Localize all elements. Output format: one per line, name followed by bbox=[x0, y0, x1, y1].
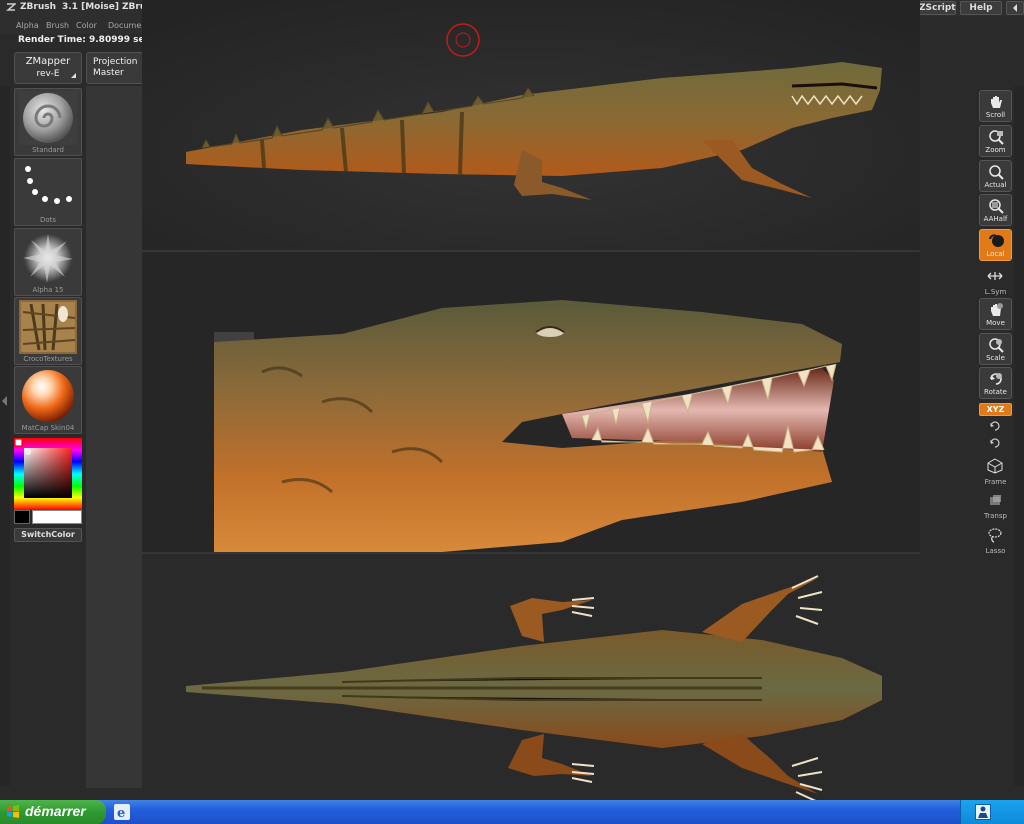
scale-label: Scale bbox=[986, 354, 1005, 362]
projection-label: Projection bbox=[93, 57, 138, 67]
rotate-label: Rotate bbox=[984, 388, 1007, 396]
color-picker[interactable] bbox=[14, 438, 82, 510]
scale-icon bbox=[989, 338, 1004, 353]
local-label: Local bbox=[986, 250, 1005, 258]
windows-flag-icon bbox=[7, 805, 19, 818]
rotate-z-icon[interactable] bbox=[988, 437, 1002, 449]
menu-color[interactable]: Color bbox=[76, 21, 97, 30]
brush-slot-label: Standard bbox=[32, 146, 64, 154]
render-head-closeup bbox=[142, 252, 920, 552]
menu-bar: Alpha Brush Color Documen bbox=[0, 16, 146, 34]
dots-stroke-icon bbox=[19, 161, 77, 215]
move-button[interactable]: Move bbox=[979, 298, 1012, 330]
taskbar bbox=[0, 800, 1024, 824]
secondary-color-swatch[interactable] bbox=[32, 510, 82, 524]
quick-launch-ie-icon[interactable]: e bbox=[114, 804, 130, 821]
transp-label: Transp bbox=[984, 512, 1007, 520]
frame-icon bbox=[987, 458, 1003, 474]
switch-color-button[interactable]: SwitchColor bbox=[14, 528, 82, 542]
brush-slot[interactable]: Standard bbox=[14, 88, 82, 156]
crocodile-head-render bbox=[142, 252, 920, 552]
alpha-slot-label: Alpha 15 bbox=[32, 286, 64, 294]
primary-color-swatch[interactable] bbox=[14, 510, 30, 524]
actual-button[interactable]: Actual bbox=[979, 160, 1012, 192]
start-button[interactable]: démarrer bbox=[0, 800, 106, 824]
texture-slot[interactable]: CrocoTextures bbox=[14, 297, 82, 365]
start-label: démarrer bbox=[25, 803, 86, 819]
svg-text:e: e bbox=[117, 806, 125, 820]
aahalf-icon bbox=[989, 199, 1004, 214]
actual-label: Actual bbox=[984, 181, 1007, 189]
aahalf-button[interactable]: AAHalf bbox=[979, 194, 1012, 226]
zscript-button[interactable]: ZScript bbox=[918, 1, 956, 15]
texture-icon bbox=[19, 300, 77, 354]
xyz-toggle[interactable]: XYZ bbox=[979, 403, 1012, 416]
alpha-icon bbox=[19, 231, 77, 285]
move-icon bbox=[991, 303, 1003, 316]
rotate-y-icon[interactable] bbox=[988, 420, 1002, 432]
frame-label: Frame bbox=[984, 478, 1007, 486]
stroke-slot-label: Dots bbox=[39, 216, 57, 224]
right-tray-gutter[interactable] bbox=[1014, 86, 1024, 786]
aahalf-label: AAHalf bbox=[983, 215, 1008, 223]
move-label: Move bbox=[986, 319, 1005, 327]
material-slot-label: MatCap Skin04 bbox=[21, 424, 75, 432]
browser-icon: e bbox=[117, 806, 125, 821]
transp-button[interactable]: Transp bbox=[979, 490, 1012, 522]
lsym-label: L.Sym bbox=[984, 288, 1007, 296]
network-tray-icon[interactable] bbox=[975, 804, 991, 820]
render-side-view bbox=[142, 0, 920, 250]
zoom-label: Zoom bbox=[985, 146, 1006, 154]
rotate-icon bbox=[990, 373, 1002, 385]
app-version: 3.1 [Moise] bbox=[62, 2, 119, 12]
menu-alpha[interactable]: Alpha bbox=[16, 21, 39, 30]
lsym-icon bbox=[987, 272, 1003, 280]
menu-document[interactable]: Documen bbox=[108, 21, 146, 30]
render-time-text: Render Time: 9.80999 se bbox=[18, 35, 145, 45]
crocodile-side-render bbox=[142, 0, 920, 250]
frame-button[interactable]: Frame bbox=[979, 456, 1012, 488]
standard-brush-icon bbox=[19, 91, 77, 145]
scroll-button[interactable]: Scroll bbox=[979, 90, 1012, 122]
stroke-slot[interactable]: Dots bbox=[14, 158, 82, 226]
tray-toggle-button[interactable] bbox=[1006, 1, 1024, 15]
hand-icon bbox=[991, 96, 1002, 108]
render-top-view bbox=[142, 554, 920, 824]
local-button[interactable]: Local bbox=[979, 229, 1012, 261]
expand-left-icon bbox=[2, 396, 7, 406]
help-button[interactable]: Help bbox=[960, 1, 1002, 15]
lasso-label: Lasso bbox=[985, 547, 1006, 555]
system-tray bbox=[960, 800, 1024, 824]
left-tray-gutter[interactable] bbox=[0, 86, 10, 786]
zmapper-label: ZMapper bbox=[25, 56, 71, 67]
menu-brush[interactable]: Brush bbox=[46, 21, 69, 30]
lsym-button[interactable]: L.Sym bbox=[979, 266, 1012, 298]
scroll-label: Scroll bbox=[985, 111, 1006, 119]
zbrush-logo-icon bbox=[6, 3, 16, 11]
zoom-icon bbox=[989, 130, 1004, 145]
local-icon bbox=[989, 234, 1004, 247]
lasso-icon bbox=[988, 528, 1002, 543]
rotate-button[interactable]: Rotate bbox=[979, 367, 1012, 399]
actual-icon bbox=[989, 165, 1004, 180]
texture-slot-label: CrocoTextures bbox=[23, 355, 73, 363]
arrow-left-icon bbox=[1013, 4, 1017, 12]
app-name: ZBrush bbox=[20, 2, 56, 12]
material-slot[interactable]: MatCap Skin04 bbox=[14, 366, 82, 434]
person-icon bbox=[978, 806, 988, 818]
master-label: Master bbox=[93, 68, 124, 78]
zmapper-button[interactable]: ZMapper rev-E bbox=[14, 52, 82, 84]
scale-button[interactable]: Scale bbox=[979, 333, 1012, 365]
projection-master-button[interactable]: Projection Master bbox=[86, 52, 144, 84]
info-bar: Render Time: 9.80999 se bbox=[0, 34, 145, 48]
alpha-slot[interactable]: Alpha 15 bbox=[14, 228, 82, 296]
transp-icon bbox=[990, 495, 1001, 505]
crocodile-top-render bbox=[142, 554, 920, 824]
matcap-sphere-icon bbox=[19, 369, 77, 423]
zoom-button[interactable]: Zoom bbox=[979, 125, 1012, 157]
lasso-button[interactable]: Lasso bbox=[979, 525, 1012, 557]
popup-corner-icon bbox=[71, 73, 76, 78]
